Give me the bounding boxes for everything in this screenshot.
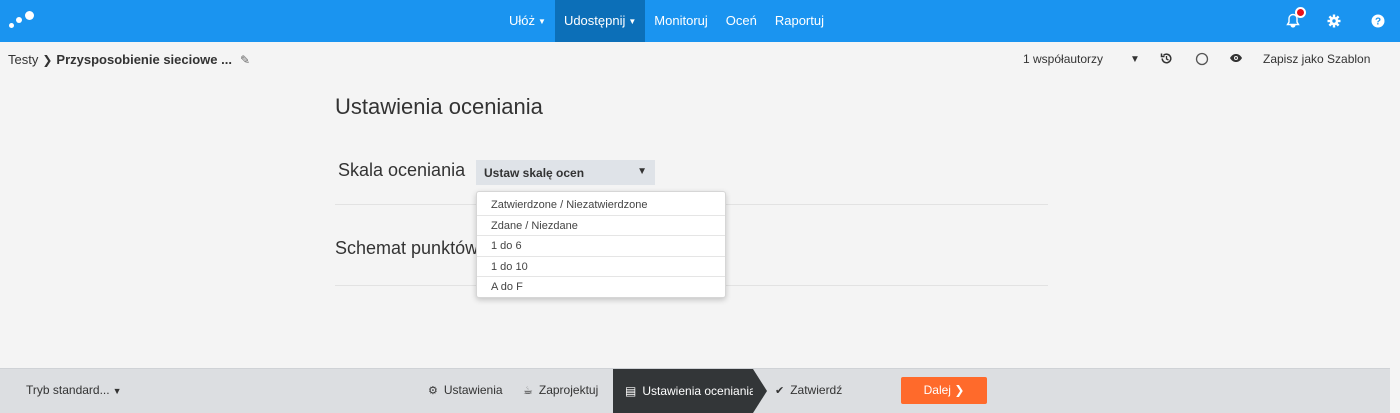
bell-icon[interactable] <box>1283 7 1306 31</box>
mode-selector[interactable]: Tryb standard... ▼ <box>26 383 122 397</box>
wizard-footer: Tryb standard... ▼ ⚙ Ustawienia ☕ Zaprojekt… <box>0 368 1390 413</box>
chevron-down-icon: ▼ <box>628 17 637 26</box>
loading-circle-icon[interactable] <box>1195 52 1209 69</box>
history-icon[interactable] <box>1160 52 1173 68</box>
caret-down-icon[interactable]: ▼ <box>1130 54 1140 65</box>
step-settings[interactable]: ⚙ Ustawienia <box>428 383 503 397</box>
dropdown-option-approved[interactable]: Zatwierdzone / Niezatwierdzone <box>477 195 725 216</box>
nav-item-ocen[interactable]: Oceń <box>717 0 766 42</box>
eye-icon[interactable] <box>1229 52 1243 67</box>
list-icon: ▤ <box>625 384 637 398</box>
coffee-cup-icon: ☕ <box>523 385 533 397</box>
points-scheme-label: Schemat punktów <box>335 238 479 258</box>
chevron-down-icon: ▼ <box>637 166 647 177</box>
chevron-right-icon: ❯ <box>42 53 53 67</box>
chevron-down-icon: ▼ <box>538 17 546 26</box>
dropdown-option-1-to-6[interactable]: 1 do 6 <box>477 236 725 257</box>
step-approve[interactable]: ✔ Zatwierdź <box>775 383 842 397</box>
sub-header: Testy ❯ Przysposobienie sieciowe ... ✎ 1 ws… <box>0 42 1400 78</box>
main-nav: Ułóż ▼ Udostępnij ▼ Monitoruj Oceń Raportu… <box>500 0 833 42</box>
pencil-icon[interactable]: ✎ <box>240 53 250 67</box>
step-grading-settings[interactable]: ▤ Ustawienia oceniania <box>613 369 767 413</box>
top-navigation-bar: Ułóż ▼ Udostępnij ▼ Monitoruj Oceń Raportu… <box>0 0 1400 42</box>
chevron-down-icon: ▼ <box>112 386 122 396</box>
grading-scale-label: Skala oceniania <box>338 160 466 180</box>
dropdown-option-a-to-f[interactable]: A do F <box>477 277 725 298</box>
grading-scale-dropdown: Zatwierdzone / Niezatwierdzone Zdane / N… <box>476 191 726 298</box>
coauthors-label[interactable]: 1 współautorzy <box>1023 52 1103 66</box>
app-logo[interactable] <box>8 10 36 30</box>
dropdown-option-1-to-10[interactable]: 1 do 10 <box>477 257 725 277</box>
notification-badge <box>1295 7 1306 18</box>
breadcrumb-current: Przysposobienie sieciowe ... <box>56 52 232 67</box>
svg-text:?: ? <box>1375 17 1381 28</box>
save-as-template-button[interactable]: Zapisz jako Szablon <box>1263 52 1370 66</box>
grading-scale-select[interactable]: Ustaw skalę ocen ▼ <box>476 160 655 185</box>
grading-scale-select-value: Ustaw skalę ocen <box>484 166 585 180</box>
nav-item-raportuj[interactable]: Raportuj <box>766 0 833 42</box>
scrollbar[interactable] <box>1390 368 1400 413</box>
gear-icon: ⚙ <box>428 385 438 397</box>
step-design[interactable]: ☕ Zaprojektuj <box>523 383 598 397</box>
gear-icon[interactable] <box>1324 11 1344 31</box>
nav-item-udostepnij[interactable]: Udostępnij ▼ <box>554 0 646 42</box>
checkmark-icon: ✔ <box>775 385 785 397</box>
breadcrumb-root[interactable]: Testy <box>8 52 38 67</box>
nav-item-monitoruj[interactable]: Monitoruj <box>645 0 716 42</box>
page-title: Ustawienia oceniania <box>335 94 543 119</box>
dropdown-option-pass-fail[interactable]: Zdane / Niezdane <box>477 216 725 236</box>
next-button[interactable]: Dalej ❯ <box>901 377 987 404</box>
breadcrumb: Testy ❯ Przysposobienie sieciowe ... ✎ <box>8 52 250 67</box>
nav-item-uloz[interactable]: Ułóż ▼ <box>500 0 555 42</box>
chevron-right-icon: ❯ <box>954 383 965 397</box>
help-icon[interactable]: ? <box>1368 11 1388 31</box>
